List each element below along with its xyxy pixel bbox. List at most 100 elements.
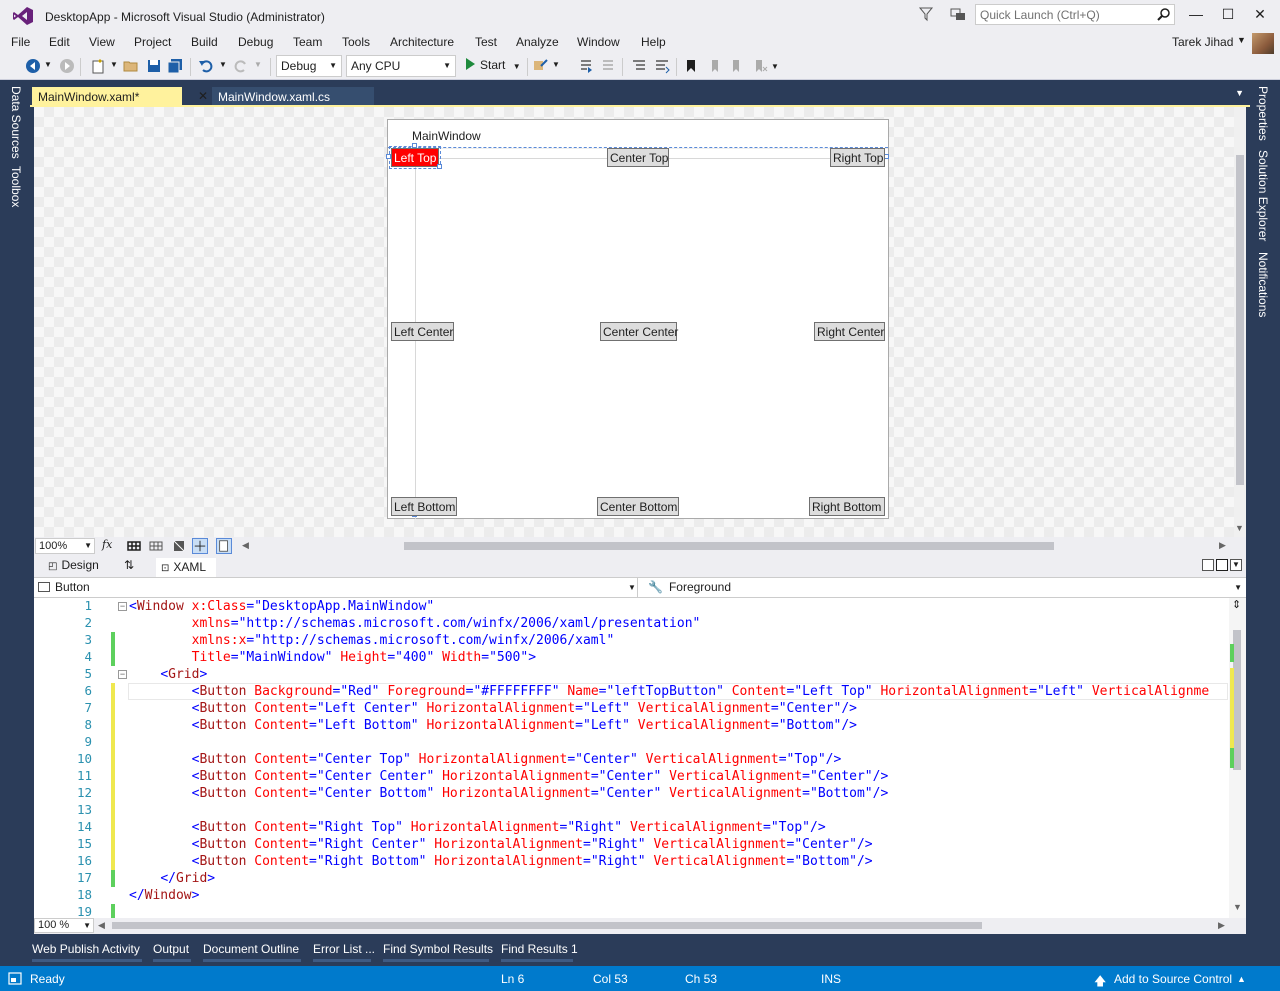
tab-find-results-1[interactable]: Find Results 1 [501, 942, 578, 956]
horizontal-split-icon[interactable] [1216, 559, 1228, 571]
minimize-button[interactable]: — [1182, 2, 1210, 26]
toolbar-overflow-icon[interactable]: ▼ [771, 62, 787, 78]
designer-vertical-scrollbar[interactable]: ▼ [1234, 107, 1246, 537]
previous-bookmark-icon[interactable] [706, 58, 722, 74]
source-control-chevron-icon[interactable]: ▲ [1237, 974, 1246, 984]
show-grid-icon[interactable] [126, 538, 142, 554]
close-tab-icon[interactable]: ✕ [198, 89, 210, 103]
tab-find-symbol-results[interactable]: Find Symbol Results [383, 942, 493, 956]
xaml-designer-surface[interactable]: MainWindow Left Top Center Top Right Top… [34, 107, 1246, 537]
artboard-background-icon[interactable] [171, 538, 187, 554]
scroll-down-icon[interactable]: ▼ [1233, 902, 1242, 912]
menu-architecture[interactable]: Architecture [390, 35, 454, 49]
editor-vertical-scrollbar[interactable]: ⇕ ▼ [1229, 598, 1246, 918]
property-select[interactable]: 🔧 Foreground ▼ [642, 578, 1244, 597]
menu-window[interactable]: Window [577, 35, 620, 49]
add-to-source-control-button[interactable]: Add to Source Control [1114, 972, 1232, 986]
clear-bookmarks-icon[interactable] [752, 58, 768, 74]
notifications-tab[interactable]: Notifications [1256, 252, 1270, 317]
user-name[interactable]: Tarek Jihad [1172, 35, 1233, 49]
avatar[interactable] [1252, 33, 1274, 55]
tab-error-list[interactable]: Error List ... [313, 942, 375, 956]
button-center-center[interactable]: Center Center [600, 322, 678, 341]
scrollbar-thumb[interactable] [1233, 630, 1241, 770]
menu-build[interactable]: Build [191, 35, 218, 49]
quick-launch-input[interactable]: Quick Launch (Ctrl+Q) [975, 4, 1175, 25]
disable-project-code-icon[interactable] [216, 538, 232, 554]
button-right-center[interactable]: Right Center [814, 322, 885, 341]
designer-horizontal-scrollbar[interactable] [244, 541, 1224, 551]
designer-zoom-select[interactable]: 100% ▼ [35, 538, 95, 554]
menu-edit[interactable]: Edit [49, 35, 70, 49]
data-sources-tab[interactable]: Data Sources [9, 86, 23, 159]
comment-lines-icon[interactable] [631, 58, 647, 74]
toolbox-tab[interactable]: Toolbox [9, 166, 23, 207]
browser-link-icon[interactable] [533, 58, 549, 74]
code-text[interactable]: <Window x:Class="DesktopApp.MainWindow" … [129, 598, 1229, 918]
collapse-pane-icon[interactable]: ▼ [1230, 559, 1242, 571]
effects-icon[interactable]: fx [102, 538, 118, 554]
step-over-icon[interactable] [600, 58, 616, 74]
scroll-right-icon[interactable]: ▶ [1219, 540, 1235, 556]
button-right-bottom[interactable]: Right Bottom [809, 497, 885, 516]
resize-handle[interactable] [386, 154, 391, 159]
maximize-button[interactable]: ☐ [1214, 2, 1242, 26]
open-file-icon[interactable] [123, 58, 139, 74]
button-left-center[interactable]: Left Center [391, 322, 454, 341]
save-icon[interactable] [146, 58, 162, 74]
editor-zoom-select[interactable]: 100 % ▼ [34, 918, 94, 933]
scrollbar-thumb[interactable] [1236, 155, 1244, 485]
vertical-split-icon[interactable] [1202, 559, 1214, 571]
button-left-top[interactable]: Left Top [389, 146, 441, 169]
redo-chevron-icon[interactable]: ▼ [254, 60, 270, 76]
solution-platform-select[interactable]: Any CPU ▼ [346, 55, 456, 77]
navigate-back-chevron-icon[interactable]: ▼ [44, 60, 60, 76]
save-all-icon[interactable] [167, 58, 183, 74]
xaml-pane-tab[interactable]: ⊡ XAML [156, 558, 216, 578]
menu-test[interactable]: Test [475, 35, 497, 49]
menu-help[interactable]: Help [641, 35, 666, 49]
collapse-region-icon[interactable]: − [118, 670, 127, 679]
resize-handle[interactable] [412, 143, 417, 148]
menu-team[interactable]: Team [293, 35, 322, 49]
navigate-back-icon[interactable] [25, 58, 41, 74]
split-editor-icon[interactable]: ⇕ [1232, 598, 1241, 611]
next-bookmark-icon[interactable] [729, 58, 745, 74]
menu-file[interactable]: File [11, 35, 30, 49]
filter-icon[interactable] [918, 6, 934, 22]
button-center-bottom[interactable]: Center Bottom [597, 497, 679, 516]
design-window-preview[interactable]: MainWindow Left Top Center Top Right Top… [386, 119, 889, 519]
scroll-down-icon[interactable]: ▼ [1235, 523, 1244, 533]
properties-tab[interactable]: Properties [1256, 86, 1270, 141]
element-select[interactable]: Button ▼ [34, 578, 638, 597]
uncomment-lines-icon[interactable] [654, 58, 670, 74]
undo-icon[interactable] [198, 58, 214, 74]
start-debugging-button[interactable]: Start ▼ [466, 58, 521, 72]
design-pane-tab[interactable]: ◰ Design [48, 558, 99, 572]
tab-document-outline[interactable]: Document Outline [203, 942, 299, 956]
snap-to-grid-icon[interactable] [148, 538, 164, 554]
editor-horizontal-scrollbar-thumb[interactable] [112, 922, 982, 929]
scroll-right-icon[interactable]: ▶ [1218, 920, 1225, 931]
step-into-icon[interactable] [578, 58, 594, 74]
button-left-bottom[interactable]: Left Bottom [391, 497, 457, 516]
snap-to-snaplines-icon[interactable] [192, 538, 208, 554]
menu-tools[interactable]: Tools [342, 35, 370, 49]
button-center-top[interactable]: Center Top [607, 148, 669, 167]
tab-overflow-chevron-icon[interactable]: ▼ [1235, 88, 1244, 98]
close-button[interactable]: ✕ [1246, 2, 1274, 26]
scroll-left-icon[interactable]: ◀ [98, 920, 105, 931]
menu-analyze[interactable]: Analyze [516, 35, 559, 49]
solution-configuration-select[interactable]: Debug ▼ [276, 55, 342, 77]
tab-mainwindow-xaml-cs[interactable]: MainWindow.xaml.cs [212, 87, 374, 107]
tab-web-publish-activity[interactable]: Web Publish Activity [32, 942, 140, 956]
button-right-top[interactable]: Right Top [830, 148, 885, 167]
browser-link-chevron-icon[interactable]: ▼ [552, 60, 568, 76]
redo-icon[interactable] [233, 58, 249, 74]
new-project-icon[interactable] [90, 58, 106, 74]
menu-debug[interactable]: Debug [238, 35, 273, 49]
tab-mainwindow-xaml[interactable]: MainWindow.xaml* [32, 87, 182, 107]
collapse-region-icon[interactable]: − [118, 602, 127, 611]
navigate-forward-icon[interactable] [59, 58, 75, 74]
feedback-icon[interactable] [949, 6, 967, 22]
